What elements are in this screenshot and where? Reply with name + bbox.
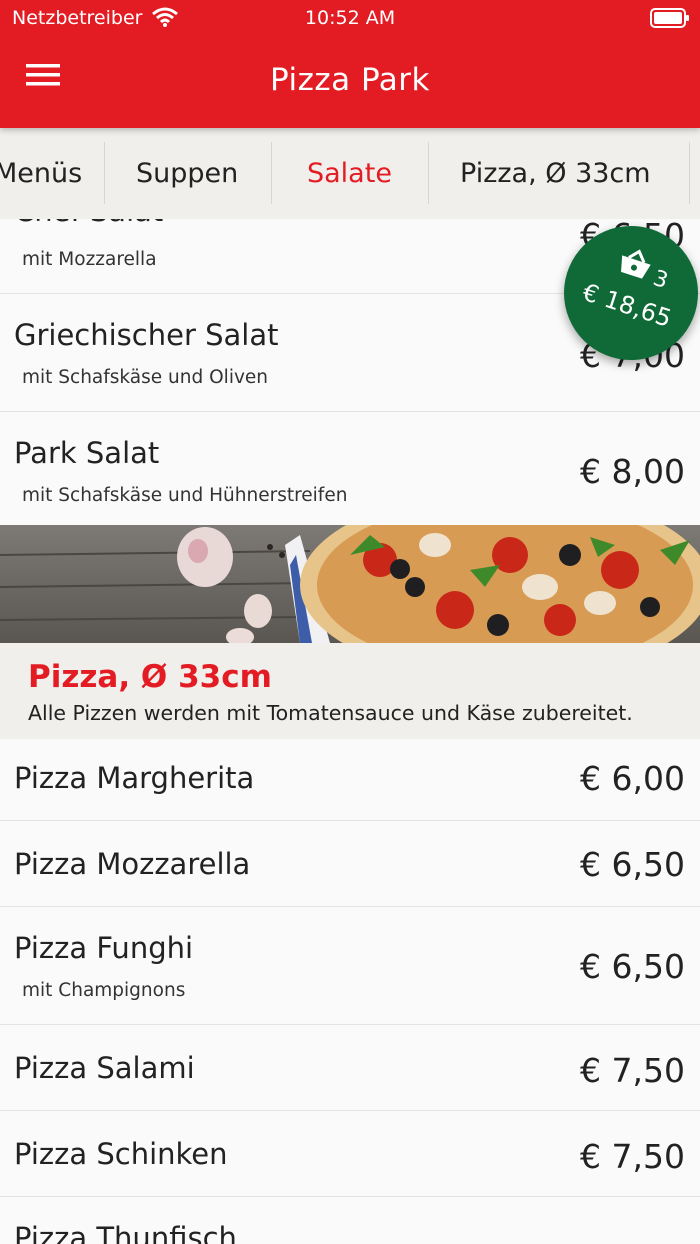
tab-divider bbox=[689, 142, 690, 204]
status-time: 10:52 AM bbox=[304, 7, 396, 29]
tab-salate[interactable]: Salate bbox=[307, 128, 392, 219]
tab-suppen[interactable]: Suppen bbox=[136, 128, 238, 219]
page-title: Pizza Park bbox=[269, 62, 430, 98]
item-price: € 8,00 bbox=[580, 452, 685, 491]
item-description: mit Schafskäse und Oliven bbox=[22, 367, 269, 388]
menu-item[interactable]: Pizza Salami € 7,50 bbox=[0, 1025, 700, 1111]
menu-item[interactable]: Pizza Margherita € 6,00 bbox=[0, 739, 700, 821]
item-name: Park Salat bbox=[14, 436, 160, 470]
tab-pizza[interactable]: Pizza, Ø 33cm bbox=[460, 128, 651, 219]
menu-item[interactable]: Park Salat mit Schafskäse und Hühnerstre… bbox=[0, 412, 700, 525]
item-description: mit Mozzarella bbox=[22, 249, 157, 270]
section-header-pizza: Pizza, Ø 33cm Alle Pizzen werden mit Tom… bbox=[0, 643, 700, 739]
item-description: mit Schafskäse und Hühnerstreifen bbox=[22, 485, 348, 506]
app-header: Netzbetreiber 10:52 AM Pizza Park bbox=[0, 0, 700, 128]
menu-item[interactable]: Pizza Thunfisch bbox=[0, 1197, 700, 1244]
item-price: € 6,50 bbox=[580, 845, 685, 884]
item-price: € 7,50 bbox=[580, 1137, 685, 1176]
item-price: € 6,50 bbox=[580, 947, 685, 986]
cart-total: € 18,65 bbox=[579, 277, 675, 333]
tab-divider bbox=[104, 142, 105, 204]
section-subtitle: Alle Pizzen werden mit Tomatensauce und … bbox=[28, 701, 633, 725]
status-bar: Netzbetreiber 10:52 AM bbox=[0, 0, 700, 36]
menu-list: Chef Salat mit Mozzarella € 6,50 Griechi… bbox=[0, 219, 700, 1244]
tab-divider bbox=[428, 142, 429, 204]
item-price: € 7,50 bbox=[580, 1051, 685, 1090]
section-title: Pizza, Ø 33cm bbox=[28, 659, 272, 695]
item-name: Pizza Mozzarella bbox=[14, 847, 251, 881]
item-name: Pizza Funghi bbox=[14, 931, 194, 965]
item-name: Pizza Schinken bbox=[14, 1137, 228, 1171]
menu-item[interactable]: Pizza Schinken € 7,50 bbox=[0, 1111, 700, 1197]
item-name: Pizza Thunfisch bbox=[14, 1221, 237, 1244]
cart-item-count: 3 bbox=[649, 265, 671, 295]
pizza-banner-image bbox=[0, 525, 700, 643]
item-name: Pizza Margherita bbox=[14, 761, 255, 795]
category-tabs: Menüs Suppen Salate Pizza, Ø 33cm bbox=[0, 128, 700, 219]
tab-menues[interactable]: Menüs bbox=[0, 128, 82, 219]
battery-icon bbox=[650, 8, 690, 33]
item-name: Griechischer Salat bbox=[14, 318, 279, 352]
item-description: mit Champignons bbox=[22, 980, 186, 1001]
basket-icon bbox=[613, 243, 658, 286]
menu-item[interactable]: Pizza Funghi mit Champignons € 6,50 bbox=[0, 907, 700, 1025]
item-price: € 6,00 bbox=[580, 759, 685, 798]
item-name: Chef Salat bbox=[14, 219, 163, 228]
cart-button[interactable]: 3 € 18,65 bbox=[564, 226, 698, 360]
tab-divider bbox=[271, 142, 272, 204]
menu-item[interactable]: Pizza Mozzarella € 6,50 bbox=[0, 821, 700, 907]
item-name: Pizza Salami bbox=[14, 1051, 195, 1085]
